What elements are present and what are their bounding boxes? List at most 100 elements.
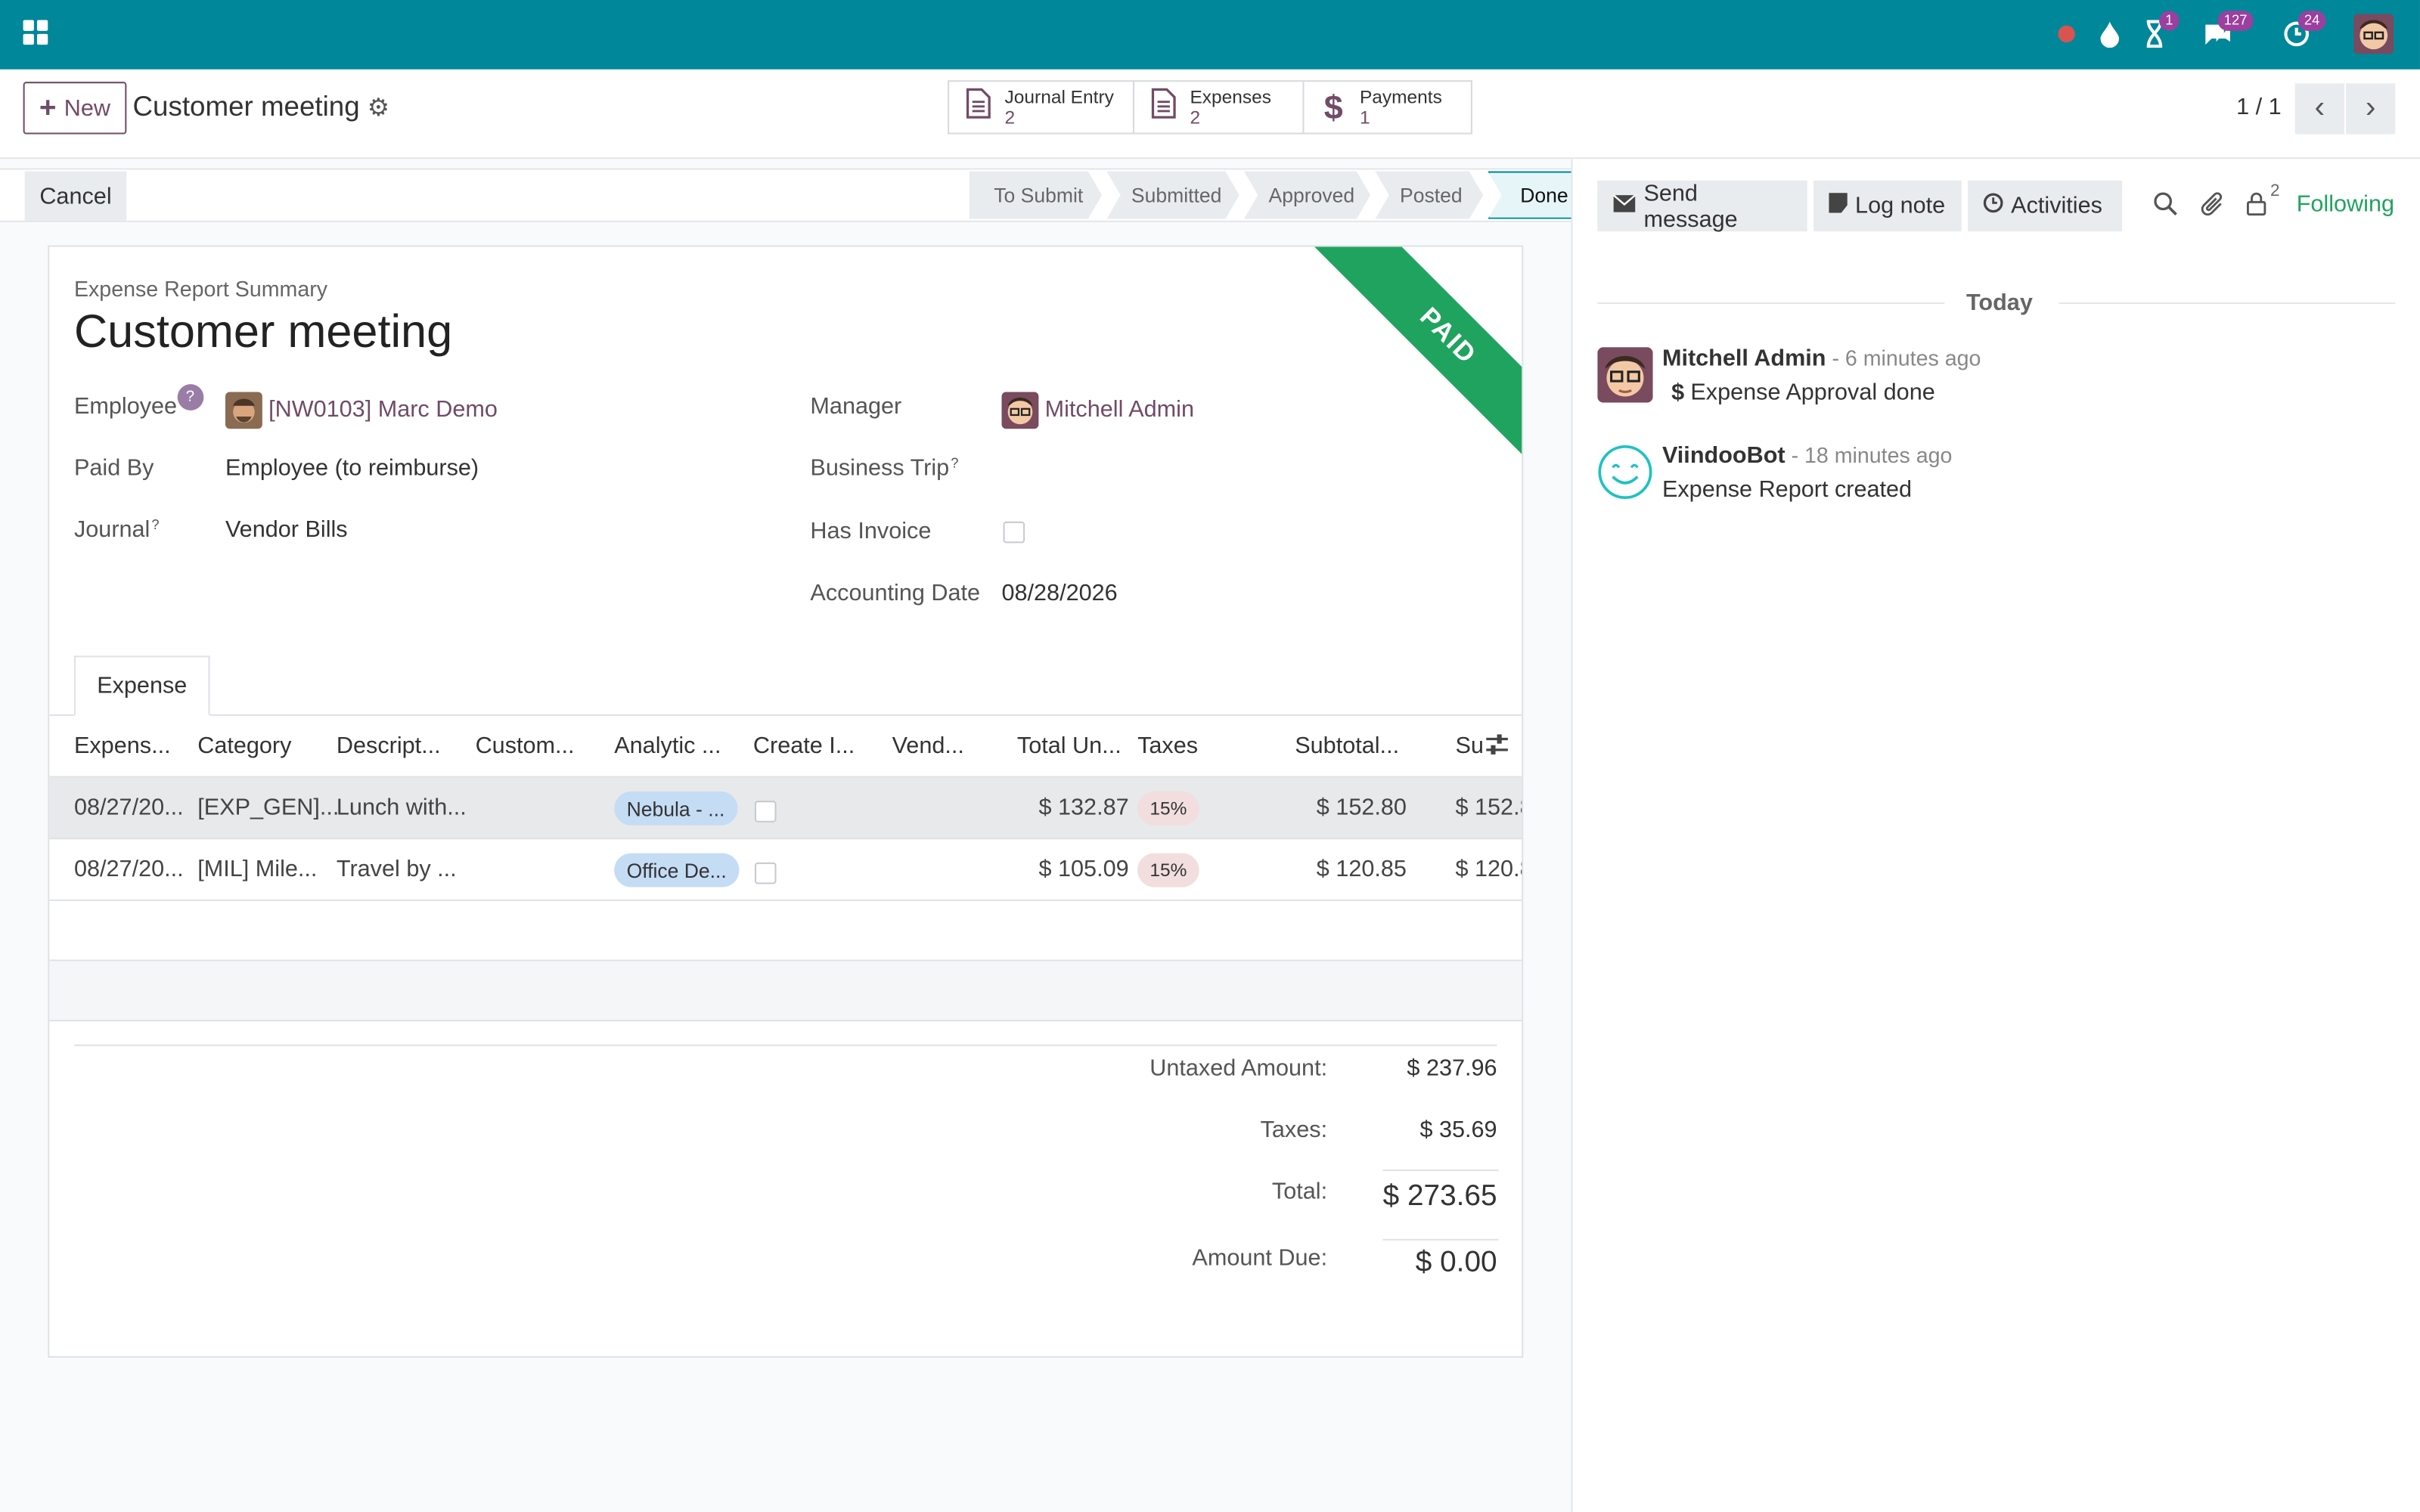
employee-avatar	[225, 392, 262, 429]
has-invoice-checkbox[interactable]	[1003, 521, 1025, 544]
accounting-date-value[interactable]: 08/28/2026	[1001, 580, 1117, 606]
total-unit-cell: $ 105.09	[1038, 856, 1129, 883]
message-avatar[interactable]	[1597, 347, 1653, 403]
plus-icon: +	[39, 91, 57, 125]
pager-next-button[interactable]: ›	[2346, 83, 2396, 135]
empty-row	[49, 901, 1522, 962]
document-icon	[1150, 88, 1177, 126]
has-invoice-label: Has Invoice	[810, 518, 932, 545]
column-header[interactable]: Subtotal...	[1295, 733, 1399, 759]
column-header[interactable]: Expens...	[74, 733, 171, 759]
pager-previous-button[interactable]: ‹	[2294, 83, 2344, 135]
user-avatar[interactable]	[2353, 14, 2394, 54]
subtotal-cell: $ 120.85	[1316, 856, 1407, 883]
chatter-panel: Send message Log note Activities 2 Follo…	[1571, 159, 2420, 1512]
apps-menu-icon[interactable]	[23, 20, 48, 45]
pager-value[interactable]: 1 / 1	[2236, 94, 2282, 120]
manager-field[interactable]: Mitchell Admin	[1001, 392, 1194, 429]
journal-entry-smart-button[interactable]: Journal Entry 2	[949, 82, 1134, 133]
totals-divider	[73, 1044, 1497, 1046]
amount-due-separator	[1382, 1238, 1499, 1241]
category-cell: [MIL] Mile...	[197, 856, 318, 883]
following-button[interactable]: Following	[2297, 191, 2394, 218]
table-row[interactable]: 08/27/20... [EXP_GEN]... Lunch with... N…	[49, 777, 1522, 840]
tab-expense[interactable]: Expense	[73, 655, 210, 716]
chevron-right-icon: ›	[2365, 91, 2376, 125]
employee-field[interactable]: [NW0103] Marc Demo	[225, 392, 498, 429]
stage-submitted[interactable]: Submitted	[1106, 172, 1239, 219]
column-header[interactable]: Vend...	[892, 733, 964, 759]
journal-entry-count: 2	[1004, 105, 1016, 128]
breadcrumb-title: Customer meeting	[132, 91, 360, 122]
log-note-label: Log note	[1855, 193, 1946, 219]
business-trip-label: Business Trip?	[810, 455, 959, 482]
activities-hourglass-icon[interactable]: 1	[2144, 11, 2180, 51]
amount-due-label: Amount Due:	[1192, 1244, 1328, 1272]
stage-pipeline: To Submit Submitted Approved Posted Done	[970, 171, 1595, 219]
column-header[interactable]: Custom...	[476, 733, 575, 759]
log-note-button[interactable]: Log note	[1813, 180, 1962, 232]
message-avatar[interactable]	[1597, 445, 1652, 500]
column-header[interactable]: Su	[1455, 733, 1483, 759]
column-header[interactable]: Analytic ...	[614, 733, 721, 759]
payments-count: 1	[1359, 105, 1370, 128]
journal-value[interactable]: Vendor Bills	[225, 517, 348, 544]
create-invoice-checkbox[interactable]	[754, 862, 777, 885]
dollar-icon: $	[1323, 87, 1343, 126]
expenses-label: Expenses	[1190, 85, 1272, 107]
timer-icon[interactable]: 24	[2282, 11, 2326, 51]
column-header[interactable]: Category	[197, 733, 291, 759]
report-title[interactable]: Customer meeting	[74, 307, 452, 359]
cancel-button[interactable]: Cancel	[24, 171, 127, 221]
column-header[interactable]: Create I...	[753, 733, 855, 759]
stage-to-submit[interactable]: To Submit	[970, 172, 1103, 219]
expense-date-cell: 08/27/20...	[73, 856, 184, 883]
gear-icon[interactable]: ⚙	[368, 92, 389, 123]
status-bar: Cancel To Submit Submitted Approved Post…	[0, 168, 1590, 222]
help-icon[interactable]: ?	[177, 384, 203, 411]
payments-smart-button[interactable]: $ Payments 1	[1304, 82, 1470, 132]
recording-indicator-icon[interactable]	[2055, 17, 2077, 51]
untaxed-amount-label: Untaxed Amount:	[1150, 1055, 1328, 1082]
date-separator: Today	[1965, 290, 2033, 317]
search-icon[interactable]	[2153, 191, 2178, 224]
stage-posted[interactable]: Posted	[1375, 172, 1483, 219]
message-author[interactable]: ViindooBot - 18 minutes ago	[1662, 443, 1952, 469]
expenses-smart-button[interactable]: Expenses 2	[1134, 82, 1305, 133]
journal-entry-label: Journal Entry	[1004, 85, 1114, 107]
message-author[interactable]: Mitchell Admin - 6 minutes ago	[1662, 345, 1981, 372]
paperclip-icon[interactable]	[2201, 191, 2226, 225]
analytic-tag: Nebula - ...	[614, 791, 737, 826]
column-header[interactable]: Total Un...	[1017, 733, 1122, 759]
column-header[interactable]: Taxes	[1137, 733, 1198, 759]
stage-approved[interactable]: Approved	[1244, 172, 1370, 219]
followers-lock-icon[interactable]: 2	[2245, 182, 2280, 224]
drop-icon[interactable]	[2099, 17, 2121, 51]
table-row[interactable]: 08/27/20... [MIL] Mile... Travel by ... …	[49, 839, 1522, 901]
dollar-icon: $	[1671, 380, 1685, 406]
summary-label: Expense Report Summary	[73, 276, 328, 301]
new-button[interactable]: + New	[23, 82, 127, 135]
category-cell: [EXP_GEN]...	[197, 795, 340, 821]
subtotal-tax-cell: $ 120.8	[1455, 856, 1522, 883]
journal-help-mark[interactable]: ?	[151, 517, 159, 532]
journal-label: Journal?	[73, 516, 160, 544]
column-header[interactable]: Descript...	[337, 733, 441, 759]
control-panel: + New Customer meeting ⚙ Journal Entry 2 E…	[0, 69, 2420, 160]
document-icon	[965, 88, 993, 126]
expense-date-cell: 08/27/20...	[73, 795, 184, 821]
total-label: Total:	[1271, 1179, 1328, 1205]
messaging-icon[interactable]: 127	[2202, 11, 2254, 51]
send-message-button[interactable]: Send message	[1597, 180, 1807, 232]
activities-button[interactable]: Activities	[1968, 180, 2123, 232]
optional-columns-icon[interactable]	[1483, 731, 1511, 765]
paid-by-label: Paid By	[73, 455, 154, 482]
paid-by-value[interactable]: Employee (to reimburse)	[225, 455, 479, 482]
total-separator	[1382, 1169, 1499, 1171]
taxes-label: Taxes:	[1260, 1117, 1328, 1144]
analytic-tag: Office De...	[614, 853, 740, 888]
timer-badge: 24	[2297, 11, 2326, 31]
create-invoice-checkbox[interactable]	[754, 801, 777, 823]
tax-tag: 15%	[1137, 791, 1199, 826]
business-trip-help-mark[interactable]: ?	[951, 455, 958, 470]
